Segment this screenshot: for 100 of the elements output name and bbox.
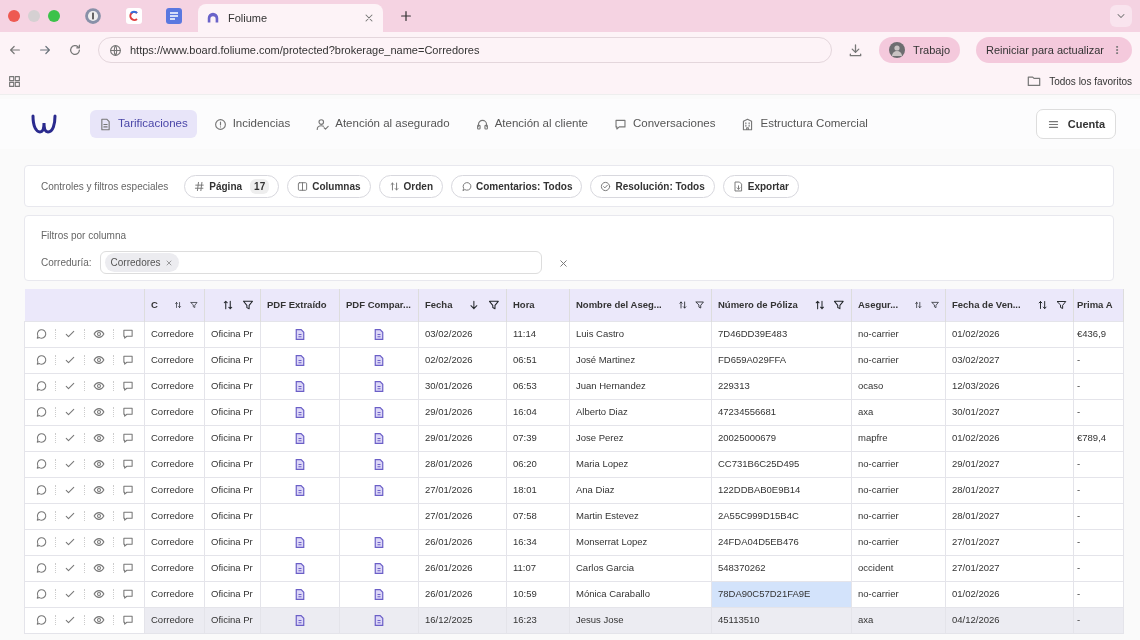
pdf-file-icon[interactable] bbox=[373, 379, 385, 393]
pdf-file-icon[interactable] bbox=[294, 483, 306, 497]
filter-icon[interactable] bbox=[695, 298, 705, 311]
filter-icon[interactable] bbox=[833, 298, 845, 311]
check-icon[interactable] bbox=[64, 432, 76, 444]
sort-icon[interactable] bbox=[813, 298, 826, 311]
comment-icon[interactable] bbox=[35, 328, 47, 340]
check-icon[interactable] bbox=[64, 614, 76, 626]
control-button[interactable]: Resolución: Todos bbox=[590, 174, 715, 198]
filter-icon[interactable] bbox=[242, 298, 254, 311]
comment-icon[interactable] bbox=[35, 406, 47, 418]
profile-button[interactable]: Trabajo bbox=[879, 37, 960, 63]
check-icon[interactable] bbox=[64, 510, 76, 522]
pdf-file-icon[interactable] bbox=[373, 431, 385, 445]
eye-icon[interactable] bbox=[93, 380, 105, 392]
comment-icon[interactable] bbox=[35, 432, 47, 444]
download-icon[interactable] bbox=[848, 42, 864, 58]
eye-icon[interactable] bbox=[93, 562, 105, 574]
pdf-file-icon[interactable] bbox=[294, 535, 306, 549]
message-icon[interactable] bbox=[122, 458, 134, 470]
nav-tab[interactable]: Estructura Comercial bbox=[732, 110, 877, 138]
message-icon[interactable] bbox=[122, 380, 134, 392]
eye-icon[interactable] bbox=[93, 484, 105, 496]
control-button[interactable]: Página 17 bbox=[184, 174, 280, 198]
column-header[interactable]: C bbox=[144, 289, 205, 321]
control-button[interactable]: Orden bbox=[378, 174, 443, 198]
nav-tab[interactable]: Conversaciones bbox=[605, 110, 725, 138]
nav-tab[interactable]: Incidencias bbox=[204, 110, 300, 138]
check-icon[interactable] bbox=[64, 484, 76, 496]
pdf-file-icon[interactable] bbox=[373, 535, 385, 549]
forward-icon[interactable] bbox=[38, 43, 52, 57]
comment-icon[interactable] bbox=[35, 484, 47, 496]
message-icon[interactable] bbox=[122, 484, 134, 496]
sort-icon[interactable] bbox=[1036, 298, 1048, 311]
control-button[interactable]: Exportar bbox=[722, 174, 799, 198]
check-icon[interactable] bbox=[64, 328, 76, 340]
pdf-file-icon[interactable] bbox=[294, 561, 306, 575]
pdf-file-icon[interactable] bbox=[373, 561, 385, 575]
bookmarks-folder[interactable]: Todos los favoritos bbox=[1027, 73, 1132, 89]
comment-icon[interactable] bbox=[35, 588, 47, 600]
check-icon[interactable] bbox=[64, 406, 76, 418]
column-header[interactable] bbox=[204, 289, 261, 321]
column-header[interactable]: Nombre del Aseg... bbox=[569, 289, 712, 321]
check-icon[interactable] bbox=[64, 354, 76, 366]
comment-icon[interactable] bbox=[35, 380, 47, 392]
eye-icon[interactable] bbox=[93, 588, 105, 600]
comment-icon[interactable] bbox=[35, 614, 47, 626]
eye-icon[interactable] bbox=[93, 432, 105, 444]
logo[interactable] bbox=[30, 112, 58, 136]
column-header[interactable]: Hora bbox=[506, 289, 570, 321]
eye-icon[interactable] bbox=[93, 614, 105, 626]
sort-icon[interactable] bbox=[222, 298, 234, 311]
pdf-file-icon[interactable] bbox=[373, 587, 385, 601]
pdf-file-icon[interactable] bbox=[294, 353, 306, 367]
message-icon[interactable] bbox=[122, 536, 134, 548]
pdf-file-icon[interactable] bbox=[373, 327, 385, 341]
filter-icon[interactable] bbox=[1055, 298, 1067, 311]
message-icon[interactable] bbox=[122, 354, 134, 366]
eye-icon[interactable] bbox=[93, 510, 105, 522]
pdf-file-icon[interactable] bbox=[373, 353, 385, 367]
filter-field[interactable]: Corredores bbox=[99, 251, 542, 274]
control-button[interactable]: Columnas bbox=[287, 174, 371, 198]
message-icon[interactable] bbox=[122, 588, 134, 600]
comment-icon[interactable] bbox=[35, 562, 47, 574]
eye-icon[interactable] bbox=[93, 328, 105, 340]
nav-tab[interactable]: Atención al asegurado bbox=[307, 110, 459, 138]
column-header[interactable]: PDF Extraído bbox=[260, 289, 340, 321]
check-icon[interactable] bbox=[64, 380, 76, 392]
message-icon[interactable] bbox=[122, 406, 134, 418]
reload-icon[interactable] bbox=[68, 43, 82, 57]
column-header[interactable]: Fecha bbox=[418, 289, 507, 321]
pinned-tab-icon[interactable] bbox=[84, 7, 102, 25]
eye-icon[interactable] bbox=[93, 536, 105, 548]
comment-icon[interactable] bbox=[35, 536, 47, 548]
account-button[interactable]: Cuenta bbox=[1035, 108, 1116, 140]
pdf-file-icon[interactable] bbox=[294, 587, 306, 601]
pdf-file-icon[interactable] bbox=[294, 405, 306, 419]
eye-icon[interactable] bbox=[93, 458, 105, 470]
comment-icon[interactable] bbox=[35, 354, 47, 366]
clear-filter-icon[interactable] bbox=[557, 257, 569, 269]
pdf-file-icon[interactable] bbox=[373, 405, 385, 419]
pinned-tab-icon[interactable] bbox=[166, 8, 182, 24]
check-icon[interactable] bbox=[64, 536, 76, 548]
pdf-file-icon[interactable] bbox=[294, 613, 306, 627]
back-icon[interactable] bbox=[8, 43, 22, 57]
control-button[interactable]: Comentarios: Todos bbox=[451, 174, 583, 198]
check-icon[interactable] bbox=[64, 562, 76, 574]
apps-grid-icon[interactable] bbox=[8, 74, 21, 88]
comment-icon[interactable] bbox=[35, 458, 47, 470]
column-header[interactable]: PDF Compar... bbox=[339, 289, 419, 321]
message-icon[interactable] bbox=[122, 432, 134, 444]
address-bar[interactable]: https://www.board.foliume.com/protected?brokerage_name=Corredores bbox=[98, 37, 833, 63]
pdf-file-icon[interactable] bbox=[294, 457, 306, 471]
pdf-file-icon[interactable] bbox=[373, 613, 385, 627]
eye-icon[interactable] bbox=[93, 406, 105, 418]
close-tab-icon[interactable] bbox=[363, 12, 375, 24]
nav-tab[interactable]: Atención al cliente bbox=[466, 110, 597, 138]
pinned-tab-icon[interactable] bbox=[126, 8, 142, 24]
sort-icon[interactable] bbox=[677, 298, 688, 311]
message-icon[interactable] bbox=[122, 510, 134, 522]
